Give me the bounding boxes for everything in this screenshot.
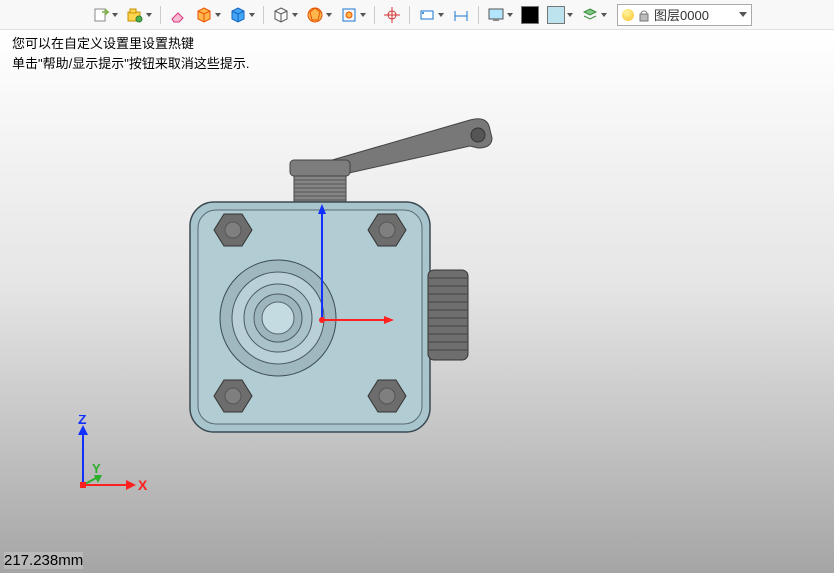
main-toolbar: 图层0000 bbox=[0, 0, 834, 30]
axis-indicator: Z X Y bbox=[58, 415, 148, 505]
open-button[interactable] bbox=[124, 6, 154, 24]
eraser-button[interactable] bbox=[167, 4, 189, 26]
color-blue-swatch[interactable] bbox=[545, 6, 575, 24]
hint-line-1: 您可以在自定义设置里设置热键 bbox=[12, 34, 249, 54]
chevron-down-icon bbox=[739, 12, 747, 17]
layer-selector[interactable]: 图层0000 bbox=[617, 4, 752, 26]
cube-solid-button[interactable] bbox=[193, 6, 223, 24]
svg-text:Y: Y bbox=[92, 461, 101, 476]
dodecahedron-button[interactable] bbox=[304, 6, 334, 24]
layer-label: 图层0000 bbox=[654, 5, 735, 24]
cube-shaded-button[interactable] bbox=[227, 6, 257, 24]
svg-text:Z: Z bbox=[78, 415, 87, 427]
monitor-button[interactable] bbox=[485, 6, 515, 24]
model-valve bbox=[170, 80, 510, 450]
lock-icon bbox=[638, 8, 650, 22]
bulb-icon bbox=[622, 9, 634, 21]
color-black-swatch[interactable] bbox=[519, 6, 541, 24]
hint-line-2: 单击"帮助/显示提示"按钮来取消这些提示. bbox=[12, 54, 249, 74]
dimension-button[interactable] bbox=[450, 4, 472, 26]
target-button[interactable] bbox=[381, 4, 403, 26]
layers-toggle-button[interactable] bbox=[579, 6, 609, 24]
plane-button[interactable] bbox=[416, 6, 446, 24]
status-measurement: 217.238mm bbox=[4, 552, 83, 569]
hint-text: 您可以在自定义设置里设置热键 单击"帮助/显示提示"按钮来取消这些提示. bbox=[12, 34, 249, 73]
zoom-fit-button[interactable] bbox=[338, 6, 368, 24]
export-button[interactable] bbox=[90, 6, 120, 24]
viewport-3d[interactable] bbox=[170, 80, 510, 450]
svg-text:X: X bbox=[138, 477, 148, 493]
cube-wire-button[interactable] bbox=[270, 6, 300, 24]
